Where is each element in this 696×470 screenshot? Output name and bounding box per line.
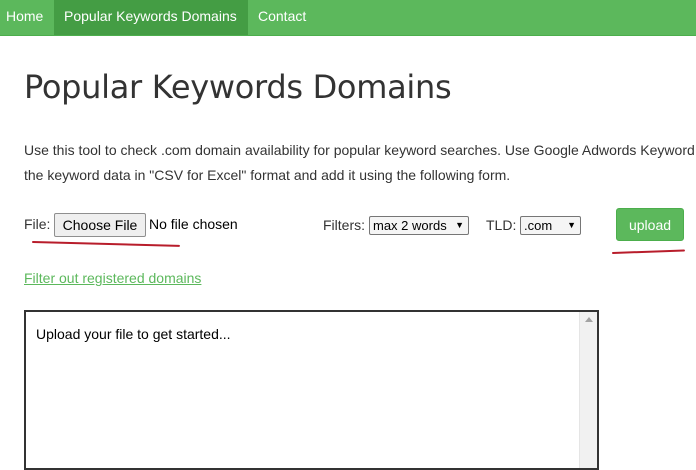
annotation-underline-upload	[611, 249, 685, 254]
filter-registered-domains-link[interactable]: Filter out registered domains	[24, 270, 201, 286]
upload-button[interactable]: upload	[616, 208, 684, 241]
page-title: Popular Keywords Domains	[24, 68, 452, 106]
scroll-up-icon[interactable]	[585, 317, 593, 322]
tld-select-value: .com	[524, 218, 553, 233]
tld-select[interactable]: .com ▼	[520, 216, 581, 235]
navbar: Home Popular Keywords Domains Contact	[0, 0, 696, 36]
filter-select[interactable]: max 2 words ▼	[369, 216, 469, 235]
nav-home[interactable]: Home	[0, 0, 54, 35]
nav-popular-keywords-domains[interactable]: Popular Keywords Domains	[54, 0, 248, 35]
annotation-underline-file	[31, 241, 180, 247]
dropdown-arrow-icon: ▼	[455, 220, 464, 230]
description-line-1: Use this tool to check .com domain avail…	[24, 142, 695, 158]
choose-file-button[interactable]: Choose File	[54, 213, 146, 237]
file-label: File:	[24, 216, 51, 232]
file-status: No file chosen	[149, 216, 238, 232]
tld-label: TLD:	[486, 217, 517, 233]
dropdown-arrow-icon: ▼	[567, 220, 576, 230]
description-line-2: the keyword data in "CSV for Excel" form…	[24, 167, 511, 183]
filters-label: Filters:	[323, 217, 365, 233]
result-placeholder: Upload your file to get started...	[36, 326, 231, 342]
result-textarea[interactable]: Upload your file to get started...	[24, 310, 599, 470]
filter-select-value: max 2 words	[373, 218, 447, 233]
page-description: Use this tool to check .com domain avail…	[24, 138, 696, 188]
nav-contact[interactable]: Contact	[248, 0, 318, 35]
result-scrollbar[interactable]	[579, 312, 597, 468]
